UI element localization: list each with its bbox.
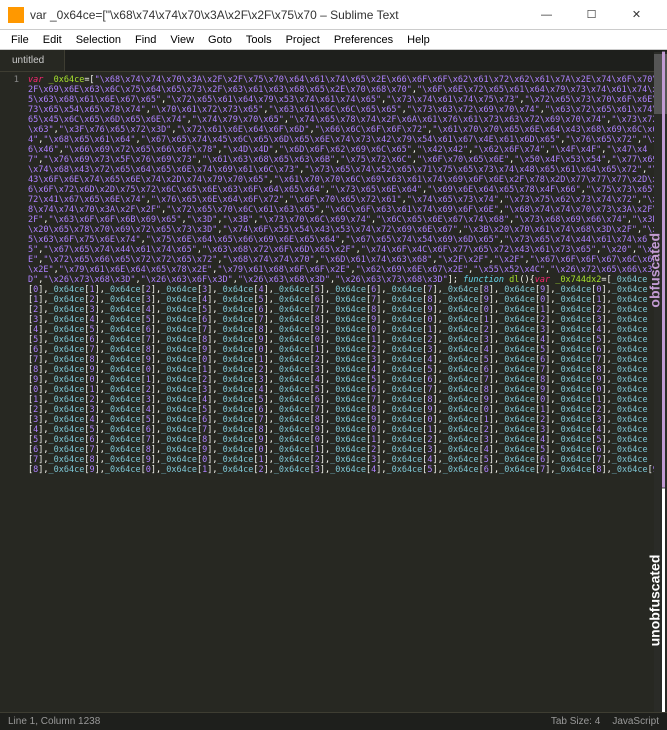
app-icon [8,7,24,23]
code-editor[interactable]: var _0x64ce=["\x68\x74\x74\x70\x3A\x2F\x… [24,72,667,712]
minimize-button[interactable]: — [524,0,569,30]
window-title: var _0x64ce=["\x68\x74\x74\x70\x3A\x2F\x… [30,8,524,22]
menu-help[interactable]: Help [400,32,437,48]
annotation-labels: obfuscated unobfuscated [647,52,665,712]
close-button[interactable]: ✕ [614,0,659,30]
menu-project[interactable]: Project [279,32,327,48]
editor-area: 1 var _0x64ce=["\x68\x74\x74\x70\x3A\x2F… [0,72,667,712]
maximize-button[interactable]: ☐ [569,0,614,30]
menu-tools[interactable]: Tools [239,32,279,48]
status-bar: Line 1, Column 1238 Tab Size: 4 JavaScri… [0,712,667,730]
tab-bar: untitled [0,50,667,72]
menu-bar: FileEditSelectionFindViewGotoToolsProjec… [0,30,667,50]
label-unobfuscated: unobfuscated [647,488,665,712]
tab-untitled[interactable]: untitled [0,50,65,71]
menu-view[interactable]: View [163,32,201,48]
tab-label: untitled [12,55,44,66]
menu-find[interactable]: Find [128,32,163,48]
status-tabsize[interactable]: Tab Size: 4 [551,716,600,727]
menu-file[interactable]: File [4,32,36,48]
status-position[interactable]: Line 1, Column 1238 [8,716,551,727]
menu-preferences[interactable]: Preferences [327,32,400,48]
window-controls: — ☐ ✕ [524,0,659,30]
menu-edit[interactable]: Edit [36,32,69,48]
menu-selection[interactable]: Selection [69,32,128,48]
status-syntax[interactable]: JavaScript [612,716,659,727]
line-gutter: 1 [0,72,24,712]
menu-goto[interactable]: Goto [201,32,239,48]
label-obfuscated: obfuscated [647,52,665,488]
window-titlebar: var _0x64ce=["\x68\x74\x74\x70\x3A\x2F\x… [0,0,667,30]
